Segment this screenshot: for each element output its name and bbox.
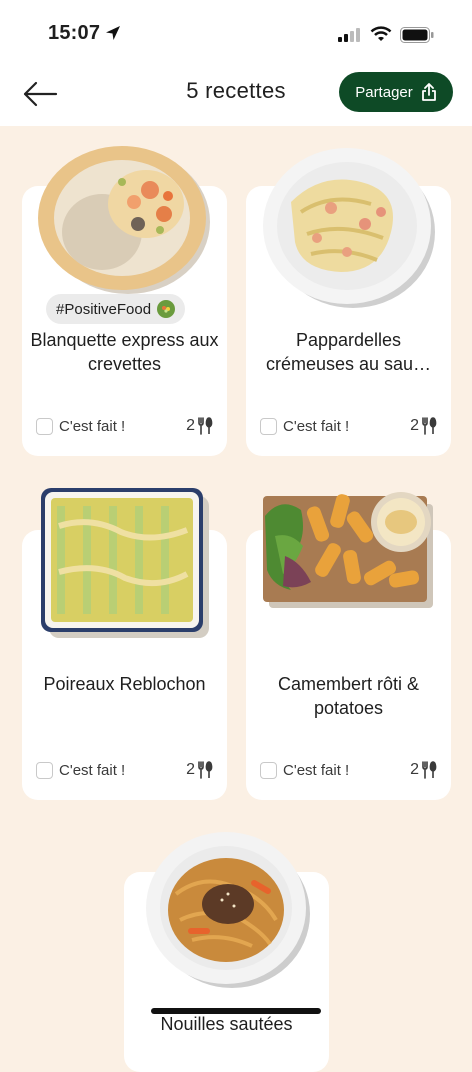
done-label: C'est fait ! [59,418,126,435]
recipe-name: Pappardelles crémeuses au sau… [265,330,432,374]
portions-value: 2 [410,761,419,778]
portions-value: 2 [186,417,195,434]
done-toggle[interactable]: C'est fait ! [36,418,125,435]
recipe-image-pappardelles [262,148,435,308]
recipe-image-camembert [262,492,433,608]
tag-label: #PositiveFood [56,300,152,318]
home-indicator [151,1008,321,1014]
portions-value: 2 [410,417,419,434]
recipe-card-poireaux-reblochon[interactable]: Poireaux Reblochon C'est fait ! 2 [22,488,227,800]
done-checkbox[interactable] [260,762,277,779]
done-toggle[interactable]: C'est fait ! [260,762,349,779]
share-button-label: Partager [355,83,413,101]
recipe-image-nouilles [145,832,310,988]
status-time: 15:07 [48,22,101,44]
done-toggle[interactable]: C'est fait ! [260,418,349,435]
done-toggle[interactable]: C'est fait ! [36,762,125,779]
done-label: C'est fait ! [59,762,126,779]
share-icon [421,83,436,101]
battery-icon [400,27,434,43]
recipe-card-camembert[interactable]: Camembert rôti & potatoes C'est fait ! 2 [246,492,451,800]
recipe-card-pappardelles[interactable]: Pappardelles crémeuses au sau… C'est fai… [246,148,451,456]
app-header: 5 recettes Partager [0,66,472,126]
share-button[interactable]: Partager [339,72,453,112]
done-label: C'est fait ! [283,762,350,779]
cutlery-icon [198,761,213,779]
portions-count: 2 [186,761,213,779]
recipe-name: Nouilles sautées [160,1014,293,1034]
recipe-name: Blanquette express aux crevettes [30,330,219,374]
recipe-name: Poireaux Reblochon [43,674,206,694]
portions-value: 2 [186,761,195,778]
cutlery-icon [198,417,213,435]
cellular-signal-icon [338,28,360,42]
recipe-image-poireaux-reblochon [40,488,209,638]
done-label: C'est fait ! [283,418,350,435]
done-checkbox[interactable] [260,418,277,435]
cutlery-icon [422,761,437,779]
wifi-icon [370,26,392,41]
positive-food-tag: #PositiveFood [46,294,186,324]
recipe-card-blanquette[interactable]: #PositiveFood Blanquette express aux cre… [22,146,227,456]
done-checkbox[interactable] [36,418,53,435]
done-checkbox[interactable] [36,762,53,779]
portions-count: 2 [186,417,213,435]
cutlery-icon [422,417,437,435]
recipe-name: Camembert rôti & potatoes [277,674,420,718]
location-arrow-icon [106,26,120,40]
portions-count: 2 [410,417,437,435]
status-bar: 15:07 [0,0,472,66]
portions-count: 2 [410,761,437,779]
recipe-card-nouilles[interactable]: Nouilles sautées [124,832,329,1072]
recipe-image-blanquette [37,146,210,294]
vegetable-bowl-icon [157,300,176,318]
